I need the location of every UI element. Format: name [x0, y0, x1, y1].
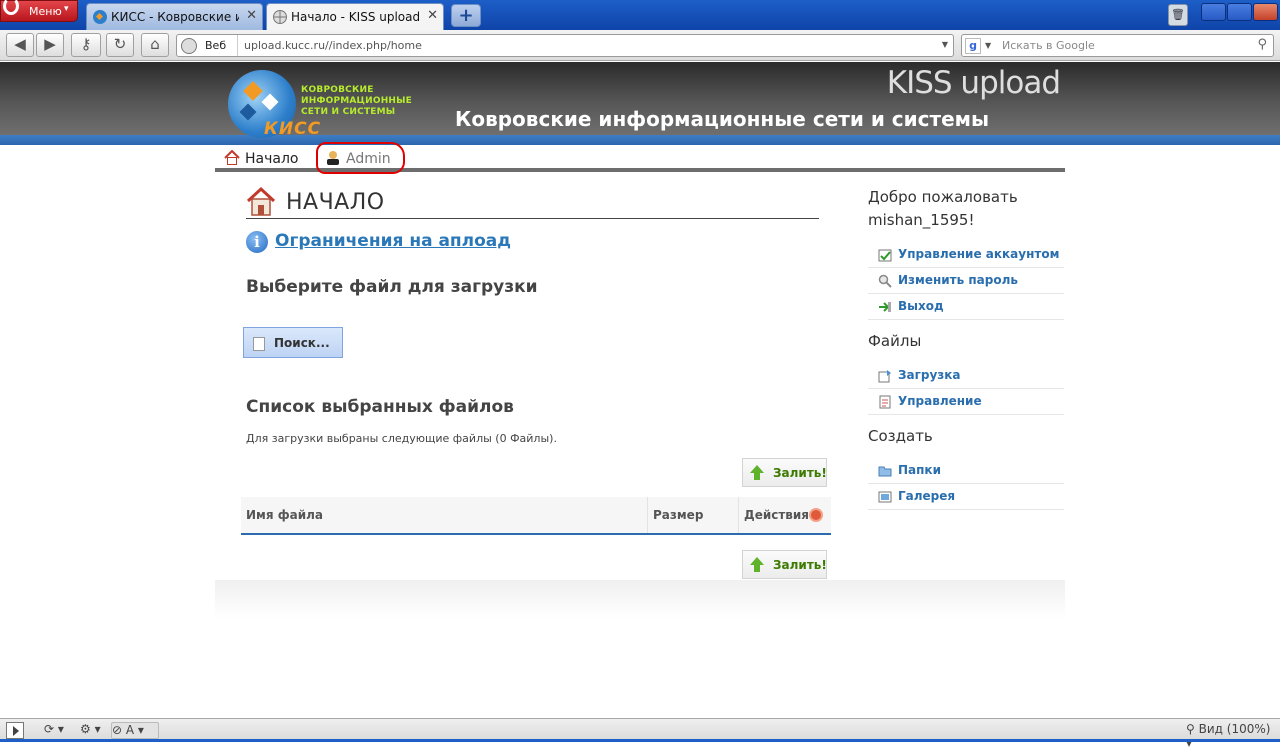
new-tab-button[interactable]: + — [451, 4, 481, 27]
close-tab-icon[interactable]: ✕ — [427, 8, 438, 23]
info-icon: i — [246, 231, 268, 253]
search-placeholder[interactable]: Искать в Google — [1002, 39, 1095, 52]
back-arrow-icon[interactable]: ◀ — [6, 33, 34, 57]
upload-file-icon — [878, 370, 891, 383]
browse-button[interactable]: Поиск... — [243, 327, 343, 358]
browser-tab-kiss[interactable]: КИСС - Ковровские ин… ✕ — [86, 3, 263, 30]
upload-arrow-icon — [750, 557, 764, 572]
file-list-heading: Список выбранных файлов — [246, 397, 514, 417]
opera-menu-label: Меню — [29, 5, 62, 18]
sidebar-link-account[interactable]: Управление аккаунтом — [868, 242, 1064, 268]
file-icon — [253, 337, 265, 351]
gallery-icon — [878, 491, 892, 503]
highlight-circle — [316, 142, 405, 174]
browse-button-label: Поиск... — [274, 336, 330, 350]
key-icon[interactable]: ⚷ — [71, 33, 101, 57]
sidebar-link-logout[interactable]: Выход — [868, 294, 1064, 320]
maximize-button[interactable] — [1227, 3, 1252, 21]
search-box[interactable]: g ▼ Искать в Google ⚲ — [961, 34, 1274, 57]
column-header-actions: Действия — [739, 497, 831, 533]
address-url[interactable]: upload.kucc.ru//index.php/home — [244, 39, 422, 52]
search-icon[interactable]: ⚲ — [1257, 37, 1267, 52]
folder-icon — [878, 466, 892, 477]
kiss-favicon-icon — [93, 10, 107, 24]
home-icon[interactable]: ⌂ — [141, 33, 169, 57]
house-icon — [246, 186, 276, 216]
zoom-label: Вид (100%) — [1198, 722, 1271, 736]
logout-icon — [879, 302, 891, 312]
remove-all-icon[interactable] — [809, 508, 823, 522]
kiss-logo[interactable]: КОВРОВСКИЕ ИНФОРМАЦИОННЫЕ СЕТИ И СИСТЕМЫ… — [220, 62, 415, 142]
upload-arrow-icon — [750, 465, 764, 480]
file-table-header: Имя файла Размер Действия — [241, 497, 831, 535]
chevron-down-icon[interactable]: ▼ — [985, 41, 991, 50]
zoom-control[interactable]: ⚲ Вид (100%) ▾ — [1186, 722, 1278, 750]
address-separator — [237, 35, 238, 56]
upload-button-bottom[interactable]: Залить! — [742, 550, 827, 579]
upload-button-label: Залить! — [773, 558, 827, 572]
globe-icon — [181, 38, 197, 54]
page-heading: НАЧАЛО — [246, 186, 819, 219]
browser-tab-strip: Меню ▾ КИСС - Ковровские ин… ✕ Начало - … — [0, 0, 1280, 30]
minimize-button[interactable] — [1201, 3, 1226, 21]
page-title: НАЧАЛО — [286, 190, 385, 215]
home-icon — [224, 150, 240, 165]
upload-button-top[interactable]: Залить! — [742, 458, 827, 487]
zoom-icon: ⚲ — [1186, 722, 1195, 736]
chevron-down-icon: ▾ — [64, 4, 69, 14]
welcome-message: Добро пожаловать mishan_1595! — [868, 186, 1018, 232]
address-mode-label: Веб — [205, 39, 227, 52]
username: mishan_1595! — [868, 211, 975, 229]
turbo-icon[interactable]: ⚙ ▾ — [80, 722, 106, 739]
sidebar-link-manage[interactable]: Управление — [868, 389, 1064, 415]
menu-item-home[interactable]: Начало — [224, 150, 298, 167]
sidebar-link-upload[interactable]: Загрузка — [868, 363, 1064, 389]
sidebar-link-folders[interactable]: Папки — [868, 458, 1064, 484]
opera-logo-icon — [3, 0, 19, 15]
tab-title: Начало - KISS upload — [291, 10, 419, 24]
google-icon[interactable]: g — [965, 38, 981, 54]
opera-menu-button[interactable]: Меню ▾ — [0, 0, 78, 22]
choose-file-heading: Выберите файл для загрузки — [246, 277, 538, 297]
site-subtitle: Ковровские информационные сети и системы — [455, 107, 990, 131]
browser-tab-upload[interactable]: Начало - KISS upload ✕ — [266, 3, 444, 30]
column-header-size[interactable]: Размер — [648, 497, 739, 533]
chevron-down-icon[interactable]: ▼ — [942, 40, 948, 49]
column-header-name[interactable]: Имя файла — [241, 497, 648, 533]
page-footer — [215, 580, 1065, 620]
logo-text: КОВРОВСКИЕ ИНФОРМАЦИОННЫЕ СЕТИ И СИСТЕМЫ — [301, 85, 413, 117]
address-bar[interactable]: Веб upload.kucc.ru//index.php/home ▼ — [176, 34, 954, 57]
column-header-actions-label: Действия — [744, 508, 810, 522]
header-blue-stripe — [0, 135, 1280, 145]
close-window-button[interactable] — [1253, 3, 1278, 21]
menu-item-label: Начало — [245, 151, 299, 167]
magnifier-icon — [878, 274, 892, 288]
sidebar-section-create: Создать — [868, 427, 933, 445]
sync-icon[interactable]: ⟳ ▾ — [44, 722, 72, 739]
account-check-icon — [878, 249, 892, 262]
logo-name: КИСС — [264, 119, 322, 139]
upload-limits-link[interactable]: Ограничения на аплоад — [275, 231, 511, 251]
close-tab-icon[interactable]: ✕ — [246, 8, 257, 23]
sidebar-link-gallery[interactable]: Галерея — [868, 484, 1064, 510]
tab-title: КИСС - Ковровские ин… — [111, 10, 239, 24]
reload-icon[interactable]: ↻ — [106, 33, 134, 57]
document-icon — [879, 395, 891, 409]
forward-arrow-icon[interactable]: ▶ — [36, 33, 64, 57]
panel-toggle-icon[interactable] — [6, 722, 24, 739]
trash-icon[interactable]: 🗑 — [1168, 4, 1188, 26]
sidebar-section-files: Файлы — [868, 332, 922, 350]
file-list-note: Для загрузки выбраны следующие файлы (0 … — [246, 432, 557, 445]
upload-button-label: Залить! — [773, 466, 827, 480]
navigation-toolbar: ◀ ▶ ⚷ ↻ ⌂ Веб upload.kucc.ru//index.php/… — [0, 30, 1280, 61]
sidebar-link-change-password[interactable]: Изменить пароль — [868, 268, 1064, 294]
globe-favicon-icon — [273, 10, 287, 24]
content-block-icon[interactable]: ⊘ A ▾ — [111, 722, 159, 739]
site-title: KISS upload — [886, 65, 1061, 101]
